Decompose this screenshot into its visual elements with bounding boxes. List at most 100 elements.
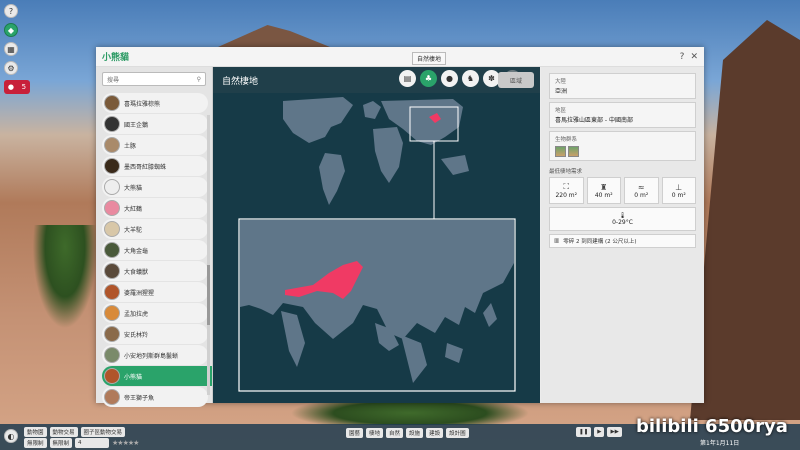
biome-card: 生物群系 bbox=[549, 131, 696, 161]
tab-tooltip: 自然棲地 bbox=[412, 52, 447, 65]
list-item[interactable]: 小安地列斯群島鬣蜥 bbox=[102, 345, 208, 365]
animal-name: 小熊貓 bbox=[124, 373, 143, 381]
animal-avatar bbox=[104, 326, 120, 342]
list-item[interactable]: 安氏林羚 bbox=[102, 324, 208, 344]
list-item[interactable]: 土豚 bbox=[102, 135, 208, 155]
requirements-grid: ⛶ 220 m² ♜ 40 m² ≈0 m² ⊥ 0 m² bbox=[549, 177, 696, 204]
search-placeholder: 搜尋 bbox=[107, 76, 120, 84]
temperate-biome-icon[interactable] bbox=[555, 146, 566, 157]
habitat-icon[interactable]: ♣ bbox=[420, 70, 437, 87]
list-scrollbar[interactable] bbox=[207, 115, 210, 395]
animal-avatar bbox=[104, 158, 120, 174]
requirement-value: 0 m² bbox=[634, 191, 649, 199]
animal-name: 婆羅洲猩猩 bbox=[124, 289, 155, 297]
land-icon: ⛶ bbox=[563, 182, 570, 191]
climbing-icon: ♜ bbox=[600, 182, 608, 192]
animal-name: 土豚 bbox=[124, 142, 137, 150]
animal-name: 大羊駝 bbox=[124, 226, 143, 234]
animal-avatar bbox=[104, 200, 120, 216]
build-menu-button[interactable]: 建設 bbox=[426, 428, 444, 438]
window-title-bar: 小熊貓 ? ✕ bbox=[96, 47, 704, 67]
build-menu-button[interactable]: 自然 bbox=[386, 428, 404, 438]
animal-name: 大角金龜 bbox=[124, 247, 149, 255]
globe-icon[interactable]: ◐ bbox=[4, 429, 18, 443]
list-item[interactable]: 大食蟻獸 bbox=[102, 261, 208, 281]
bottom-tab[interactable]: 圈子區動物交易 bbox=[80, 427, 126, 437]
biome-label: 生物群系 bbox=[555, 137, 578, 143]
requirement-cell: ⊥ 0 m² bbox=[661, 177, 696, 204]
zone-button[interactable]: 區域 bbox=[498, 72, 534, 88]
requirements-title: 最低棲地需求 bbox=[549, 169, 583, 175]
requirement-cell: ≈0 m² bbox=[624, 177, 659, 204]
date-display: 第1年1月11日 bbox=[700, 440, 740, 447]
animal-avatar bbox=[104, 389, 120, 405]
speed-controls: ❚❚ ▶ ▶▶ bbox=[576, 427, 622, 437]
food-icon[interactable]: ● bbox=[441, 70, 458, 87]
book-icon[interactable]: ▤ bbox=[399, 70, 416, 87]
list-item[interactable]: 國王企鵝 bbox=[102, 114, 208, 134]
region-card: 地區 喜馬拉雅山區東部 - 中國南部 bbox=[549, 102, 696, 128]
list-item[interactable]: 喜瑪拉雅棕熊 bbox=[102, 93, 208, 113]
close-icon[interactable]: ✕ bbox=[690, 52, 698, 62]
help-button[interactable]: ? bbox=[4, 4, 18, 18]
play-icon[interactable]: ▶ bbox=[594, 427, 605, 437]
map-title: 自然棲地 bbox=[222, 76, 259, 87]
world-map bbox=[213, 93, 540, 403]
animal-avatar bbox=[104, 137, 120, 153]
bottom-tab[interactable]: 動物交易 bbox=[49, 427, 78, 437]
bottom-tabs: 動物園 動物交易 圈子區動物交易 bbox=[24, 427, 126, 437]
fast-forward-icon[interactable]: ▶▶ bbox=[607, 427, 622, 437]
build-menu-button[interactable]: 設施 bbox=[406, 428, 424, 438]
behavior-icon[interactable]: ♞ bbox=[462, 70, 479, 87]
search-input[interactable]: 搜尋 ⚲ bbox=[102, 72, 206, 86]
group-size-card: ▥ 零碎 2 到同建構 (2 公尺以上) bbox=[549, 234, 696, 248]
build-menu-button[interactable]: 棲地 bbox=[366, 428, 384, 438]
animal-name: 大紅鶴 bbox=[124, 205, 143, 213]
mode-1[interactable]: 無限制 bbox=[24, 438, 47, 448]
background-mountain bbox=[690, 20, 800, 420]
requirement-value: 0 m² bbox=[671, 191, 686, 199]
list-item[interactable]: 大紅鶴 bbox=[102, 198, 208, 218]
animal-name: 帝王獅子魚 bbox=[124, 394, 155, 402]
calendar-icon[interactable]: ▦ bbox=[4, 42, 18, 56]
help-icon[interactable]: ? bbox=[680, 52, 685, 62]
list-item[interactable]: 墨西哥紅膝蜘蛛 bbox=[102, 156, 208, 176]
requirement-cell: ⛶ 220 m² bbox=[549, 177, 584, 204]
list-item[interactable]: 大角金龜 bbox=[102, 240, 208, 260]
water-icon: ≈ bbox=[637, 182, 645, 192]
animal-list: 喜瑪拉雅棕熊國王企鵝土豚墨西哥紅膝蜘蛛 大熊貓大紅鶴大羊駝大角金龜大食蟻獸婆羅洲猩… bbox=[96, 93, 212, 407]
watermark: bilibili 6500rya bbox=[636, 416, 788, 437]
world-map-continents bbox=[283, 97, 469, 205]
list-item[interactable]: 大熊貓 bbox=[102, 177, 208, 197]
bottom-tab[interactable]: 動物園 bbox=[24, 427, 47, 437]
list-item[interactable]: 婆羅洲猩猩 bbox=[102, 282, 208, 302]
build-menu-button[interactable]: 設計圖 bbox=[446, 428, 469, 438]
group-size-text: 零碎 2 到同建構 (2 公尺以上) bbox=[563, 239, 637, 245]
user-count: 5 bbox=[21, 83, 27, 91]
settings-icon[interactable]: ⚙ bbox=[4, 61, 18, 75]
money-display: 4 bbox=[75, 438, 110, 448]
build-menu-button[interactable]: 園藝 bbox=[346, 428, 364, 438]
animal-avatar bbox=[104, 284, 120, 300]
animal-avatar bbox=[104, 179, 120, 195]
taiga-biome-icon[interactable] bbox=[568, 146, 579, 157]
animal-avatar bbox=[104, 263, 120, 279]
fence-icon: ▥ bbox=[554, 238, 560, 244]
window-title: 小熊貓 bbox=[102, 53, 130, 63]
pause-icon[interactable]: ❚❚ bbox=[576, 427, 592, 437]
animal-avatar bbox=[104, 368, 120, 384]
habitat-info-pane: 大陸 亞洲 地區 喜馬拉雅山區東部 - 中國南部 生物群系 最低棲地需求 ⛶ 22… bbox=[541, 67, 704, 403]
list-item[interactable]: 帝王獅子魚 bbox=[102, 387, 208, 407]
list-item[interactable]: 孟加拉虎 bbox=[102, 303, 208, 323]
zoopedia-icon[interactable]: ◆ bbox=[4, 23, 18, 37]
scrollbar-thumb[interactable] bbox=[207, 265, 210, 325]
list-item[interactable]: 大羊駝 bbox=[102, 219, 208, 239]
animal-name: 小安地列斯群島鬣蜥 bbox=[124, 352, 179, 360]
bottom-status: 無限制 無限制 4 ★★★★★ bbox=[24, 438, 139, 448]
list-item[interactable]: 小熊貓 bbox=[102, 366, 212, 386]
temperature-card: 🌡︎ 0-29°C bbox=[549, 207, 696, 231]
animal-name: 國王企鵝 bbox=[124, 121, 149, 129]
mode-2[interactable]: 無限制 bbox=[49, 438, 73, 448]
animal-avatar bbox=[104, 221, 120, 237]
staff-alert[interactable]: ● 5 bbox=[4, 80, 30, 94]
